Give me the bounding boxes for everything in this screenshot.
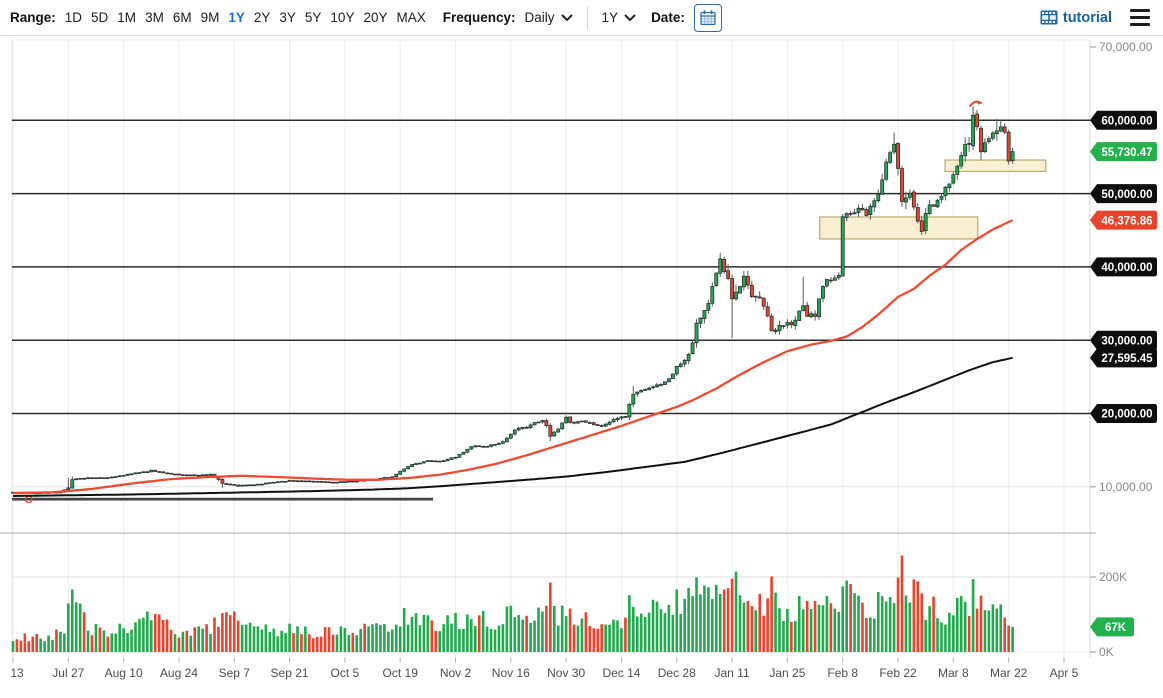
range-option-1d[interactable]: 1D <box>65 10 82 25</box>
range-label: Range: <box>10 10 56 25</box>
range-option-5d[interactable]: 5D <box>91 10 108 25</box>
x-axis-label: Sep 7 <box>219 666 251 680</box>
chevron-down-icon <box>561 14 573 22</box>
hamburger-menu-button[interactable] <box>1129 6 1151 29</box>
svg-text:46,376.86: 46,376.86 <box>1101 215 1152 227</box>
chevron-down-icon <box>624 14 636 22</box>
menu-bar <box>1130 9 1150 12</box>
svg-text:30,000.00: 30,000.00 <box>1101 335 1152 347</box>
range-option-9m[interactable]: 9M <box>201 10 220 25</box>
svg-text:60,000.00: 60,000.00 <box>1101 116 1152 128</box>
x-axis-label: Dec 28 <box>658 666 696 680</box>
frequency-label: Frequency: <box>443 10 516 25</box>
svg-text:27,595.45: 27,595.45 <box>1101 353 1153 365</box>
range-option-2y[interactable]: 2Y <box>254 10 271 25</box>
svg-text:10,000.00: 10,000.00 <box>1099 480 1153 494</box>
svg-text:67K: 67K <box>1105 622 1127 634</box>
date-picker-button[interactable] <box>694 4 722 32</box>
tutorial-label: tutorial <box>1063 10 1112 26</box>
x-axis-label: Jul 27 <box>52 666 84 680</box>
period-select[interactable]: 1Y <box>602 10 637 25</box>
x-axis-label: Jan 11 <box>715 666 750 680</box>
range-option-3y[interactable]: 3Y <box>279 10 296 25</box>
x-axis-label: Apr 5 <box>1050 666 1079 680</box>
menu-bar <box>1130 16 1150 19</box>
x-axis-label: Oct 19 <box>383 666 419 680</box>
toolbar-separator <box>587 7 588 29</box>
frequency-value: Daily <box>525 10 555 25</box>
film-strip-icon <box>1040 10 1058 25</box>
date-label: Date: <box>651 10 685 25</box>
toolbar: Range: 1D 5D 1M 3M 6M 9M 1Y 2Y 3Y 5Y 10Y… <box>0 0 1163 36</box>
svg-text:50,000.00: 50,000.00 <box>1101 189 1152 201</box>
tutorial-link[interactable]: tutorial <box>1040 10 1112 26</box>
svg-text:20,000.00: 20,000.00 <box>1101 409 1152 421</box>
x-axis-label: 13 <box>10 666 24 680</box>
range-option-1y[interactable]: 1Y <box>228 10 245 25</box>
range-option-10y[interactable]: 10Y <box>330 10 354 25</box>
x-axis-label: Nov 30 <box>547 666 585 680</box>
x-axis-label: Feb 8 <box>827 666 858 680</box>
svg-text:200K: 200K <box>1099 570 1127 584</box>
x-axis-label: Oct 5 <box>331 666 360 680</box>
menu-bar <box>1130 23 1150 26</box>
calendar-icon <box>699 9 717 27</box>
range-option-max[interactable]: MAX <box>396 10 425 25</box>
frequency-select[interactable]: Daily <box>525 10 573 25</box>
x-axis-label: Mar 22 <box>990 666 1028 680</box>
range-option-6m[interactable]: 6M <box>173 10 192 25</box>
x-axis-label: Aug 24 <box>160 666 198 680</box>
x-axis-label: Sep 21 <box>271 666 309 680</box>
chart-background <box>0 36 1163 698</box>
chart-canvas[interactable]: 70,000.00 10,000.00 60,000.00 50,000.00 40,0… <box>0 36 1163 698</box>
range-option-1m[interactable]: 1M <box>117 10 136 25</box>
x-axis-label: Nov 16 <box>492 666 530 680</box>
x-axis-label: Nov 2 <box>440 666 472 680</box>
period-value: 1Y <box>602 10 619 25</box>
svg-text:70,000.00: 70,000.00 <box>1099 40 1153 54</box>
x-axis-label: Jan 25 <box>769 666 805 680</box>
range-option-20y[interactable]: 20Y <box>363 10 387 25</box>
x-axis-label: Feb 22 <box>879 666 917 680</box>
x-axis-label: Aug 10 <box>105 666 143 680</box>
range-option-5y[interactable]: 5Y <box>305 10 322 25</box>
x-axis-label: Dec 14 <box>602 666 640 680</box>
range-option-3m[interactable]: 3M <box>145 10 164 25</box>
x-axis-label: Mar 8 <box>938 666 969 680</box>
svg-text:0K: 0K <box>1099 645 1114 659</box>
svg-text:40,000.00: 40,000.00 <box>1101 262 1152 274</box>
svg-text:55,730.47: 55,730.47 <box>1101 147 1152 159</box>
